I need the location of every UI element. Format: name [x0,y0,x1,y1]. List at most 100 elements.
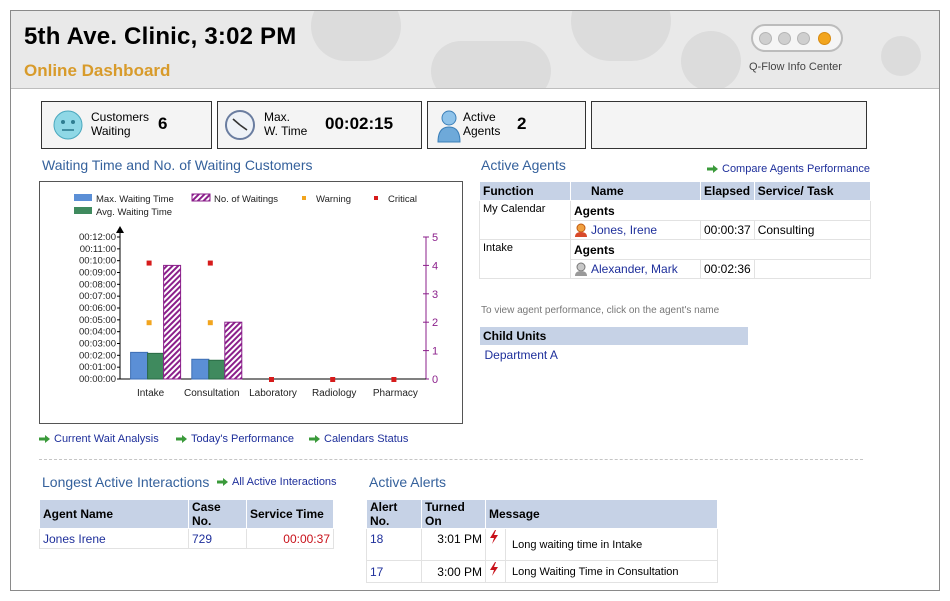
alert-bolt-cell [485,528,506,561]
x-tick-label: Radiology [312,388,356,399]
agent-name-link[interactable]: Jones, Irene [591,223,657,237]
current-wait-link[interactable]: Current Wait Analysis [39,433,159,445]
y-tick-label-right: 1 [432,346,438,358]
legend-marker [374,196,378,200]
y-tick-label: 00:00:00 [79,374,116,385]
longest-title: Longest Active Interactions [42,474,210,490]
critical-marker [146,260,152,266]
stat-label: Agents [463,124,501,138]
y-tick-label: 00:12:00 [79,232,116,243]
stat-label: Active [463,110,496,124]
calendars-status-link[interactable]: Calendars Status [309,433,408,445]
alert-message: Long Waiting Time in Consultation [505,560,718,583]
case-link[interactable]: 729 [188,528,247,549]
page-subtitle: Online Dashboard [24,61,171,80]
service-time-cell: 00:00:37 [246,528,334,549]
column-header: Service Time [246,499,334,529]
x-tick-label: Laboratory [249,388,297,399]
column-header: Function [479,181,571,201]
active-agents-table: Function Name Elapsed Service/ Task My C… [479,181,872,279]
face-icon [53,110,83,140]
legend-marker [302,196,306,200]
agent-avatar-icon [575,223,587,238]
table-row: 17 3:00 PM Long Waiting Time in Consulta… [366,560,718,583]
status-lights-icon [751,24,843,52]
person-icon [437,110,461,143]
clock-icon [225,110,255,140]
column-header: Agent Name [39,499,189,529]
header-banner: 5th Ave. Clinic, 3:02 PM Online Dashboar… [11,11,939,89]
legend-label: Warning [316,194,351,205]
stat-label: W. Time [264,124,308,138]
y-tick-label-right: 4 [432,260,438,272]
waiting-chart: Max. Waiting Time No. of Waitings Warning C… [39,181,463,424]
y-tick-label: 00:04:00 [79,327,116,338]
column-header: Message [485,499,718,529]
stat-max-wait: Max. W. Time 00:02:15 [217,101,422,149]
longest-table: Agent Name Case No. Service Time Jones I… [39,499,334,549]
compare-agents-link[interactable]: Compare Agents Performance [707,163,870,175]
stat-empty-box [591,101,867,149]
y-tick-label: 00:06:00 [79,303,116,314]
lightning-icon [490,562,498,576]
agent-note: To view agent performance, click on the … [481,305,720,316]
column-header: Child Units [479,326,749,346]
alert-no-link[interactable]: 17 [366,560,422,583]
y-tick-label: 00:10:00 [79,256,116,267]
agent-name-link[interactable]: Alexander, Mark [591,262,678,276]
child-unit-link[interactable]: Department A [480,346,749,365]
legend-label: Max. Waiting Time [96,194,174,205]
agent-row-jones[interactable]: Jones, Irene [570,220,701,240]
y-tick-label: 00:08:00 [79,279,116,290]
agent-name-link[interactable]: Jones Irene [39,528,189,549]
axis-arrow-icon [116,226,124,233]
column-header: Elapsed [700,181,755,201]
y-tick-label: 00:02:00 [79,350,116,361]
dashboard-frame: 5th Ave. Clinic, 3:02 PM Online Dashboar… [10,10,940,591]
stat-active-agents: Active Agents 2 [427,101,586,149]
active-agents-value: 2 [517,114,527,133]
task-cell: Consulting [753,220,872,240]
legend-label: No. of Waitings [214,194,278,205]
todays-performance-link[interactable]: Today's Performance [176,433,294,445]
table-row: Jones Irene 729 00:00:37 [39,528,334,549]
arrow-right-icon [176,435,187,444]
customers-waiting-value: 6 [158,114,168,133]
alert-message: Long waiting time in Intake [505,528,718,561]
y-tick-label-right: 3 [432,289,438,301]
legend-label: Critical [388,194,417,205]
alert-time-cell: 3:01 PM [421,528,486,561]
agent-row-alexander[interactable]: Alexander, Mark [570,259,701,279]
y-tick-label-right: 2 [432,317,438,329]
alert-no-link[interactable]: 18 [366,528,422,561]
y-tick-label-right: 5 [432,232,438,244]
function-cell: My Calendar [479,200,571,240]
legend-swatch [74,194,92,201]
x-tick-label: Pharmacy [373,388,418,399]
warning-marker [146,320,152,326]
y-tick-label: 00:05:00 [79,315,116,326]
legend-label: Avg. Waiting Time [96,207,172,218]
bar-max-wait [130,351,149,380]
active-agents-title: Active Agents [481,157,566,173]
arrow-right-icon [39,435,50,444]
stat-label: Waiting [91,124,131,138]
arrow-right-icon [309,435,320,444]
y-tick-label: 00:09:00 [79,268,116,279]
bar-waitings [163,264,182,380]
bar-max-wait [191,358,210,380]
lightning-icon [490,530,498,544]
y-tick-label-right: 0 [432,374,438,386]
elapsed-cell: 00:00:37 [700,220,755,240]
critical-marker [269,377,274,382]
chart-svg: Max. Waiting Time No. of Waitings Warning C… [74,193,438,399]
legend-swatch [191,193,211,202]
column-header: Case No. [188,499,247,529]
agents-subheading: Agents [570,239,871,260]
alerts-table: Alert No. Turned On Message 18 3:01 PM L… [366,499,718,583]
critical-marker [207,260,213,266]
alert-bolt-cell [485,560,506,583]
all-active-interactions-link[interactable]: All Active Interactions [217,476,337,488]
alert-time-cell: 3:00 PM [421,560,486,583]
x-tick-label: Consultation [184,388,240,399]
